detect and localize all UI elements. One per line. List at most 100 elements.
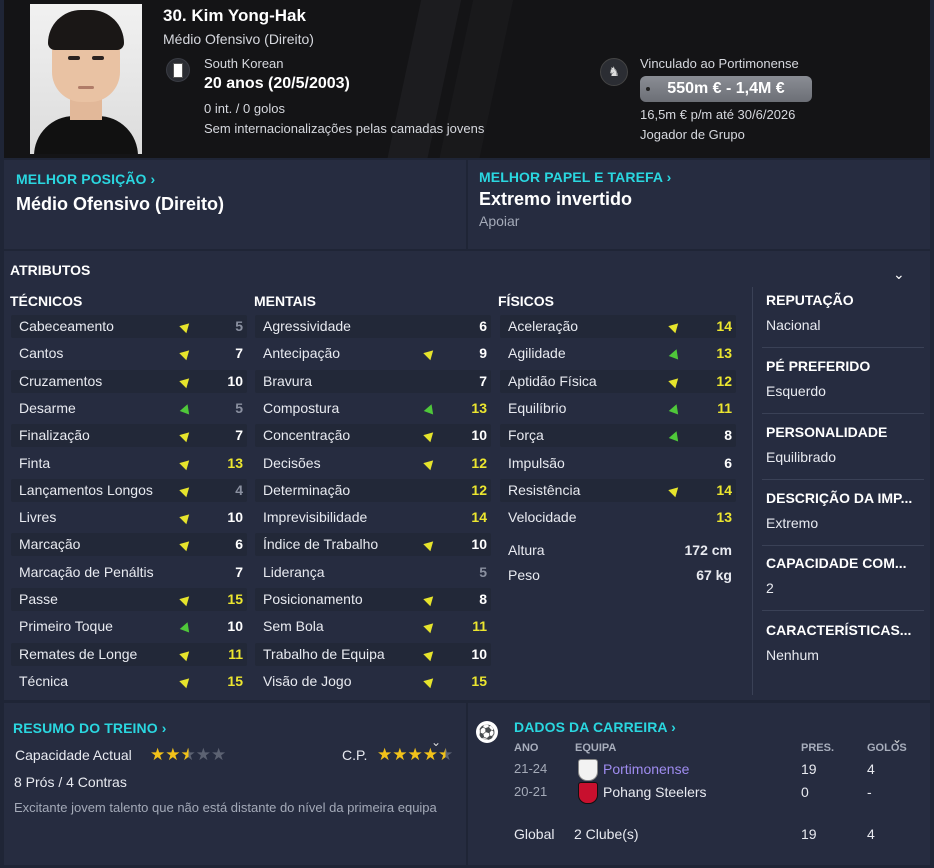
attribute-value: 9 bbox=[479, 345, 487, 362]
info-value: Nacional bbox=[766, 317, 821, 333]
info-heading[interactable]: CARACTERÍSTICAS... bbox=[766, 622, 926, 638]
attribute-value: 6 bbox=[479, 318, 487, 334]
career-team-link[interactable]: Portimonense bbox=[603, 761, 689, 777]
best-position-value: Médio Ofensivo (Direito) bbox=[16, 194, 225, 214]
attribute-row[interactable]: Concentração 10 bbox=[255, 424, 491, 448]
info-heading[interactable]: REPUTAÇÃO bbox=[766, 292, 926, 308]
attribute-row[interactable]: Agressividade 6 bbox=[255, 315, 491, 338]
attribute-row[interactable]: Trabalho de Equipa 10 bbox=[255, 642, 491, 666]
pros-cons: 8 Prós / 4 Contras bbox=[14, 774, 127, 790]
chevron-down-icon[interactable]: ⌄ bbox=[893, 266, 905, 283]
attribute-value: 7 bbox=[235, 345, 243, 362]
attribute-row[interactable]: Liderança 5 bbox=[255, 561, 491, 584]
transfer-value-badge[interactable]: 550m € - 1,4M € bbox=[640, 76, 812, 102]
attribute-row[interactable]: Cruzamentos 10 bbox=[11, 369, 247, 393]
chevron-down-icon[interactable]: ⌄ bbox=[892, 732, 902, 746]
attribute-row[interactable]: Finta 13 bbox=[11, 452, 247, 475]
attribute-label: Imprevisibilidade bbox=[263, 509, 368, 526]
attribute-row[interactable]: Marcação 6 bbox=[11, 533, 247, 557]
trend-arrow-icon bbox=[423, 456, 437, 470]
attribute-row[interactable]: Aptidão Física 12 bbox=[500, 369, 736, 393]
attribute-row[interactable]: Primeiro Toque 10 bbox=[11, 615, 247, 638]
attribute-row[interactable]: Compostura 13 bbox=[255, 397, 491, 420]
divider bbox=[762, 347, 924, 348]
attribute-value: 7 bbox=[235, 427, 243, 444]
training-link[interactable]: RESUMO DO TREINO › bbox=[13, 720, 166, 736]
attribute-row[interactable]: Visão de Jogo 15 bbox=[255, 670, 491, 693]
attribute-row[interactable]: Posicionamento 8 bbox=[255, 588, 491, 611]
info-heading[interactable]: PÉ PREFERIDO bbox=[766, 358, 926, 374]
info-heading[interactable]: PERSONALIDADE bbox=[766, 424, 926, 440]
wage: 16,5m € p/m até 30/6/2026 bbox=[640, 107, 796, 122]
attribute-row[interactable]: Força 8 bbox=[500, 424, 736, 448]
attribute-row[interactable]: Imprevisibilidade 14 bbox=[255, 506, 491, 529]
attribute-row[interactable]: Antecipação 9 bbox=[255, 342, 491, 365]
attribute-label: Primeiro Toque bbox=[19, 618, 113, 635]
attribute-value: 10 bbox=[227, 372, 243, 389]
star-icon: ★ bbox=[392, 745, 408, 764]
info-heading[interactable]: DESCRIÇÃO DA IMP... bbox=[766, 490, 926, 506]
attribute-label: Marcação de Penáltis bbox=[19, 563, 154, 580]
attribute-row[interactable]: Agilidade 13 bbox=[500, 342, 736, 365]
attribute-row[interactable]: Impulsão 6 bbox=[500, 452, 736, 475]
attribute-row[interactable]: Cantos 7 bbox=[11, 342, 247, 365]
attribute-value: 7 bbox=[479, 372, 487, 389]
attribute-row[interactable]: Desarme 5 bbox=[11, 397, 247, 420]
attribute-row[interactable]: Velocidade 13 bbox=[500, 506, 736, 529]
best-position-link[interactable]: MELHOR POSIÇÃO › bbox=[16, 171, 155, 187]
trend-arrow-icon bbox=[668, 483, 682, 498]
attribute-row[interactable]: Técnica 15 bbox=[11, 670, 247, 693]
attribute-value: 10 bbox=[471, 645, 487, 662]
attribute-row[interactable]: Lançamentos Longos 4 bbox=[11, 478, 247, 502]
attribute-row[interactable]: Bravura 7 bbox=[255, 369, 491, 393]
trend-arrow-icon bbox=[423, 402, 437, 415]
info-heading[interactable]: CAPACIDADE COM... bbox=[766, 555, 926, 571]
attribute-label: Força bbox=[508, 427, 544, 444]
attribute-row[interactable]: Aceleração 14 bbox=[500, 315, 736, 338]
attribute-row[interactable]: Índice de Trabalho 10 bbox=[255, 533, 491, 557]
attribute-row[interactable]: Sem Bola 11 bbox=[255, 615, 491, 638]
attribute-label: Resistência bbox=[508, 481, 581, 498]
divider bbox=[762, 545, 924, 546]
attribute-value: 10 bbox=[227, 618, 243, 635]
nationality: South Korean bbox=[204, 56, 284, 71]
football-icon: ⚽ bbox=[476, 721, 498, 743]
club-crest-icon[interactable]: ♞ bbox=[600, 58, 628, 86]
trend-arrow-icon bbox=[668, 347, 682, 360]
attribute-row[interactable]: Determinação 12 bbox=[255, 478, 491, 502]
attribute-row[interactable]: Equilíbrio 11 bbox=[500, 397, 736, 420]
attribute-label: Cabeceamento bbox=[19, 318, 114, 334]
attribute-row[interactable]: Resistência 14 bbox=[500, 478, 736, 502]
info-value: Esquerdo bbox=[766, 383, 826, 399]
player-photo bbox=[30, 4, 142, 154]
attribute-label: Liderança bbox=[263, 563, 325, 580]
career-team[interactable]: Pohang Steelers bbox=[603, 784, 707, 800]
career-total-apps: 19 bbox=[801, 826, 817, 842]
trend-arrow-icon bbox=[668, 374, 682, 388]
portimonense-crest-icon bbox=[578, 759, 598, 781]
career-link[interactable]: DADOS DA CARREIRA › bbox=[514, 719, 676, 735]
trend-arrow-icon bbox=[668, 402, 682, 415]
attribute-row[interactable]: Decisões 12 bbox=[255, 452, 491, 475]
attribute-row[interactable]: Passe 15 bbox=[11, 588, 247, 611]
star-icon: ★ bbox=[407, 745, 423, 764]
attribute-label: Sem Bola bbox=[263, 618, 324, 635]
career-total-clubs: 2 Clube(s) bbox=[574, 826, 639, 842]
attribute-row[interactable]: Remates de Longe 11 bbox=[11, 642, 247, 666]
attribute-label: Determinação bbox=[263, 481, 351, 498]
training-description: Excitante jovem talento que não está dis… bbox=[14, 800, 437, 815]
attribute-row[interactable]: Cabeceamento 5 bbox=[11, 315, 247, 338]
pohang-crest-icon bbox=[578, 782, 598, 804]
career-total-goals: 4 bbox=[867, 826, 875, 842]
attribute-value: 6 bbox=[724, 454, 732, 471]
col-apps[interactable]: PRES. bbox=[801, 742, 834, 754]
attribute-row[interactable]: Finalização 7 bbox=[11, 424, 247, 448]
attribute-row[interactable]: Marcação de Penáltis 7 bbox=[11, 561, 247, 584]
attribute-value: 7 bbox=[235, 563, 243, 580]
youth-caps: Sem internacionalizações pelas camadas j… bbox=[204, 121, 485, 136]
height-label: Altura bbox=[508, 542, 545, 558]
attribute-row[interactable]: Livres 10 bbox=[11, 506, 247, 529]
player-name: 30. Kim Yong-Hak bbox=[163, 6, 306, 25]
best-role-link[interactable]: MELHOR PAPEL E TAREFA › bbox=[479, 169, 671, 185]
chevron-down-icon[interactable]: ⌄ bbox=[431, 735, 441, 749]
